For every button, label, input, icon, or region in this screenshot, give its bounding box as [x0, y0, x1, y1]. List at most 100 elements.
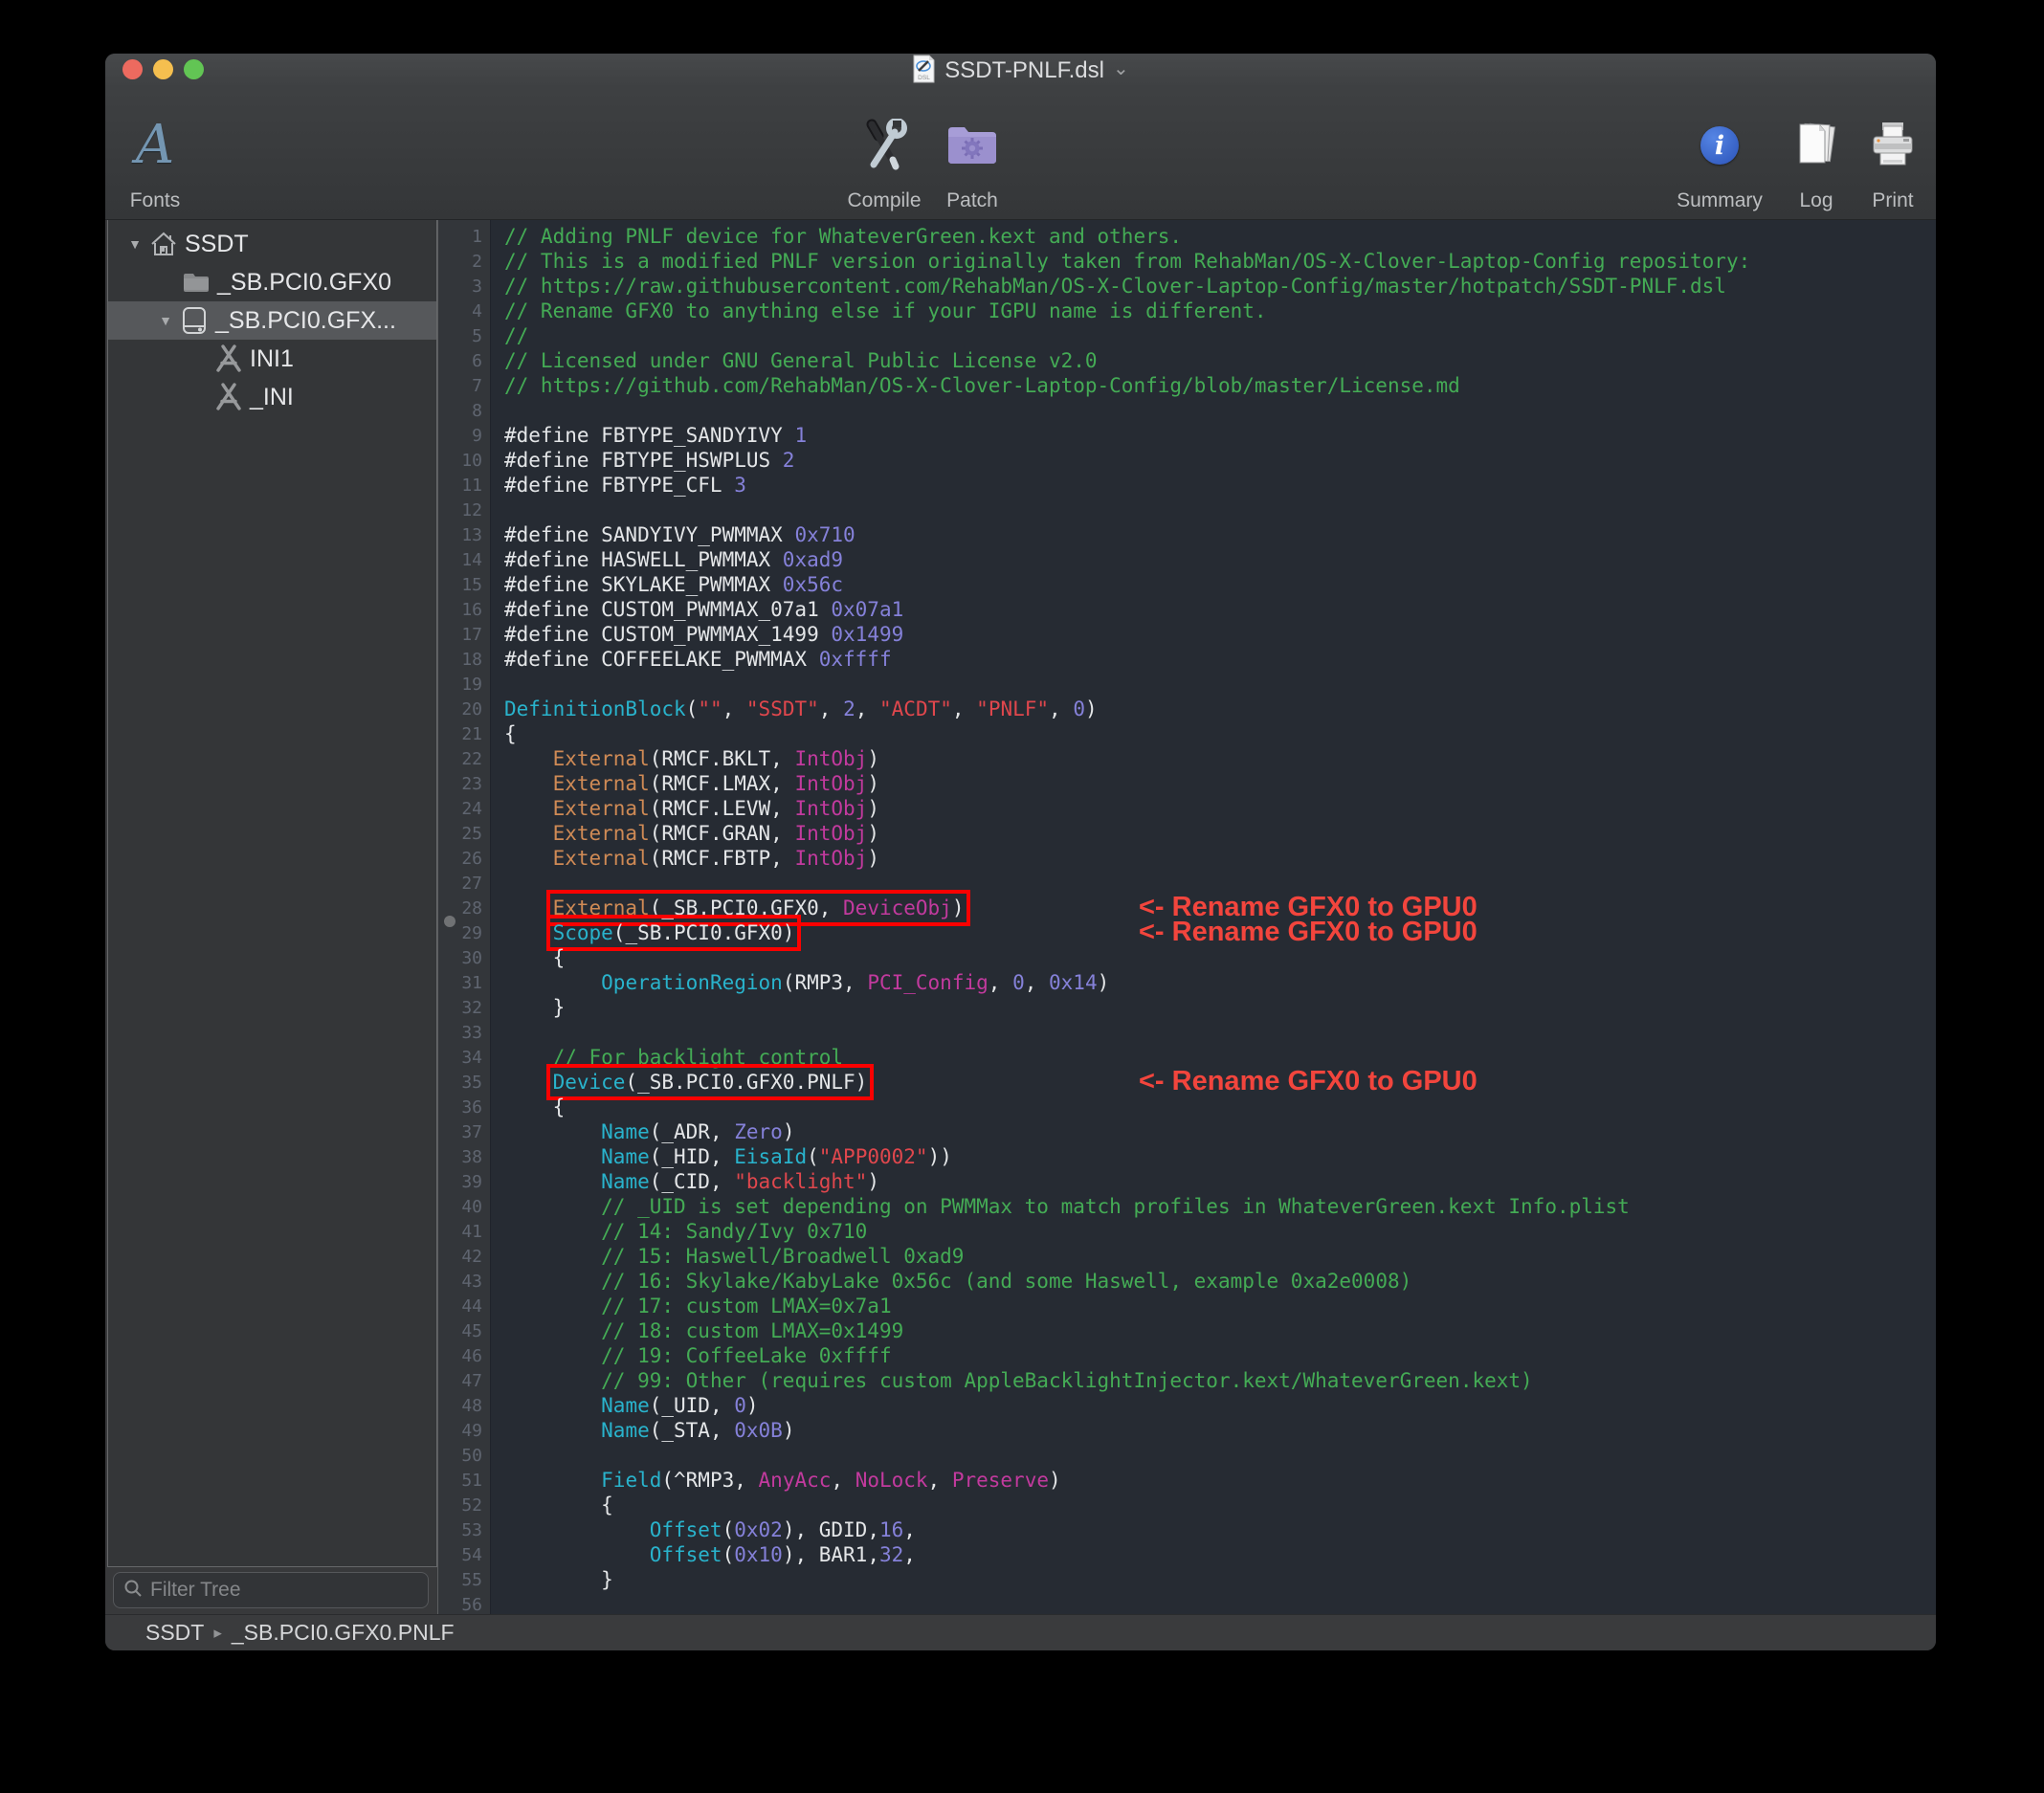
code-line[interactable]: 9#define FBTYPE_SANDYIVY 1 [438, 423, 1936, 448]
bookmark-dot-icon[interactable] [444, 916, 455, 927]
code-line[interactable]: 31 OperationRegion(RMP3, PCI_Config, 0, … [438, 970, 1936, 995]
code-line[interactable]: 24 External(RMCF.LEVW, IntObj) [438, 796, 1936, 821]
code-line[interactable]: 5// [438, 323, 1936, 348]
line-number: 15 [438, 575, 491, 595]
line-number: 38 [438, 1147, 491, 1167]
line-number: 25 [438, 824, 491, 844]
code-line[interactable]: 12 [438, 498, 1936, 522]
svg-text:DSL: DSL [918, 75, 930, 81]
line-number: 32 [438, 998, 491, 1018]
line-number: 33 [438, 1023, 491, 1043]
line-number: 36 [438, 1097, 491, 1118]
print-button[interactable]: Print [1826, 94, 1936, 214]
line-number: 20 [438, 699, 491, 719]
code-line[interactable]: 53 Offset(0x02), GDID,16, [438, 1517, 1936, 1542]
code-line[interactable]: 52 { [438, 1493, 1936, 1517]
tree-item-ini1[interactable]: INI1 [108, 340, 436, 378]
code-line[interactable]: 18#define COFFEELAKE_PWMMAX 0xffff [438, 647, 1936, 672]
code-line[interactable]: 4// Rename GFX0 to anything else if your… [438, 299, 1936, 323]
code-line[interactable]: 47 // 99: Other (requires custom AppleBa… [438, 1368, 1936, 1393]
breadcrumb-leaf: _SB.PCI0.GFX0.PNLF [232, 1620, 455, 1646]
code-line[interactable]: 17#define CUSTOM_PWMMAX_1499 0x1499 [438, 622, 1936, 647]
code-line[interactable]: 19 [438, 672, 1936, 697]
title-chevron-icon[interactable]: ⌄ [1113, 56, 1129, 80]
code-line[interactable]: 11#define FBTYPE_CFL 3 [438, 473, 1936, 498]
code-line[interactable]: 48 Name(_UID, 0) [438, 1393, 1936, 1418]
code-line[interactable]: 1// Adding PNLF device for WhateverGreen… [438, 224, 1936, 249]
tree-item-gfx0-device[interactable]: ▼ _SB.PCI0.GFX... [108, 301, 436, 340]
breadcrumb-separator-icon: ▸ [213, 1624, 222, 1643]
code-line[interactable]: 30 { [438, 945, 1936, 970]
code-line[interactable]: 3// https://raw.githubusercontent.com/Re… [438, 274, 1936, 299]
line-number: 54 [438, 1545, 491, 1565]
line-number: 21 [438, 724, 491, 744]
line-number: 56 [438, 1595, 491, 1615]
code-line[interactable]: 56 [438, 1592, 1936, 1614]
sidebar: ▼ SSDT [105, 220, 438, 1614]
code-line[interactable]: 36 { [438, 1095, 1936, 1119]
line-number: 4 [438, 301, 491, 321]
code-line[interactable]: 39 Name(_CID, "backlight") [438, 1169, 1936, 1194]
code-line[interactable]: 44 // 17: custom LMAX=0x7a1 [438, 1294, 1936, 1318]
breadcrumb-root: SSDT [145, 1620, 204, 1646]
line-number: 22 [438, 749, 491, 769]
filter-tree-input[interactable] [150, 1579, 418, 1602]
code-line[interactable]: 41 // 14: Sandy/Ivy 0x710 [438, 1219, 1936, 1244]
code-line[interactable]: 49 Name(_STA, 0x0B) [438, 1418, 1936, 1443]
line-number: 6 [438, 351, 491, 371]
code-line[interactable]: 45 // 18: custom LMAX=0x1499 [438, 1318, 1936, 1343]
code-editor[interactable]: 1// Adding PNLF device for WhateverGreen… [438, 220, 1936, 1614]
code-line[interactable]: 43 // 16: Skylake/KabyLake 0x56c (and so… [438, 1269, 1936, 1294]
code-line[interactable]: 20DefinitionBlock("", "SSDT", 2, "ACDT",… [438, 697, 1936, 721]
tree-item-gfx0-folder[interactable]: _SB.PCI0.GFX0 [108, 263, 436, 301]
code-line[interactable]: 6// Licensed under GNU General Public Li… [438, 348, 1936, 373]
code-line[interactable]: 42 // 15: Haswell/Broadwell 0xad9 [438, 1244, 1936, 1269]
line-number: 30 [438, 948, 491, 968]
tree-item-ini[interactable]: _INI [108, 378, 436, 416]
patch-button[interactable]: Patch [905, 94, 1039, 214]
method-icon [211, 383, 246, 411]
fonts-icon: A [136, 101, 174, 189]
code-line[interactable]: 25 External(RMCF.GRAN, IntObj) [438, 821, 1936, 846]
code-line[interactable]: 40 // _UID is set depending on PWMMax to… [438, 1194, 1936, 1219]
line-number: 46 [438, 1346, 491, 1366]
code-line[interactable]: 13#define SANDYIVY_PWMMAX 0x710 [438, 522, 1936, 547]
red-highlight-box: External(_SB.PCI0.GFX0, DeviceObj) [553, 896, 965, 919]
code-line[interactable]: 22 External(RMCF.BKLT, IntObj) [438, 746, 1936, 771]
line-number: 8 [438, 401, 491, 421]
code-line[interactable]: 21{ [438, 721, 1936, 746]
code-line[interactable]: 55 } [438, 1567, 1936, 1592]
line-number: 16 [438, 600, 491, 620]
line-number: 28 [438, 898, 491, 919]
code-line[interactable]: 16#define CUSTOM_PWMMAX_07a1 0x07a1 [438, 597, 1936, 622]
code-line[interactable]: 23 External(RMCF.LMAX, IntObj) [438, 771, 1936, 796]
code-line[interactable]: 7// https://github.com/RehabMan/OS-X-Clo… [438, 373, 1936, 398]
red-highlight-box: Device(_SB.PCI0.GFX0.PNLF) [553, 1071, 868, 1094]
disclosure-triangle-icon[interactable]: ▼ [154, 313, 177, 328]
code-line[interactable]: 46 // 19: CoffeeLake 0xffff [438, 1343, 1936, 1368]
line-number: 18 [438, 650, 491, 670]
code-line[interactable]: 14#define HASWELL_PWMMAX 0xad9 [438, 547, 1936, 572]
window-title-group[interactable]: DSL SSDT-PNLF.dsl ⌄ [105, 54, 1936, 88]
code-line[interactable]: 15#define SKYLAKE_PWMMAX 0x56c [438, 572, 1936, 597]
tree-item-ssdt[interactable]: ▼ SSDT [108, 225, 436, 263]
code-line[interactable]: 54 Offset(0x10), BAR1,32, [438, 1542, 1936, 1567]
disclosure-triangle-icon[interactable]: ▼ [123, 236, 146, 252]
code-line[interactable]: 8 [438, 398, 1936, 423]
filter-tree-field[interactable] [113, 1572, 429, 1608]
code-line[interactable]: 38 Name(_HID, EisaId("APP0002")) [438, 1144, 1936, 1169]
code-line[interactable]: 10#define FBTYPE_HSWPLUS 2 [438, 448, 1936, 473]
code-line[interactable]: 32 } [438, 995, 1936, 1020]
compile-icon [858, 101, 910, 189]
line-number: 14 [438, 550, 491, 570]
line-number: 3 [438, 277, 491, 297]
code-line[interactable]: 33 [438, 1020, 1936, 1045]
titlebar: DSL SSDT-PNLF.dsl ⌄ [105, 54, 1936, 88]
line-number: 2 [438, 252, 491, 272]
fonts-button[interactable]: A Fonts [105, 94, 222, 214]
code-line[interactable]: 50 [438, 1443, 1936, 1468]
code-line[interactable]: 37 Name(_ADR, Zero) [438, 1119, 1936, 1144]
code-line[interactable]: 2// This is a modified PNLF version orig… [438, 249, 1936, 274]
code-line[interactable]: 51 Field(^RMP3, AnyAcc, NoLock, Preserve… [438, 1468, 1936, 1493]
code-line[interactable]: 26 External(RMCF.FBTP, IntObj) [438, 846, 1936, 871]
